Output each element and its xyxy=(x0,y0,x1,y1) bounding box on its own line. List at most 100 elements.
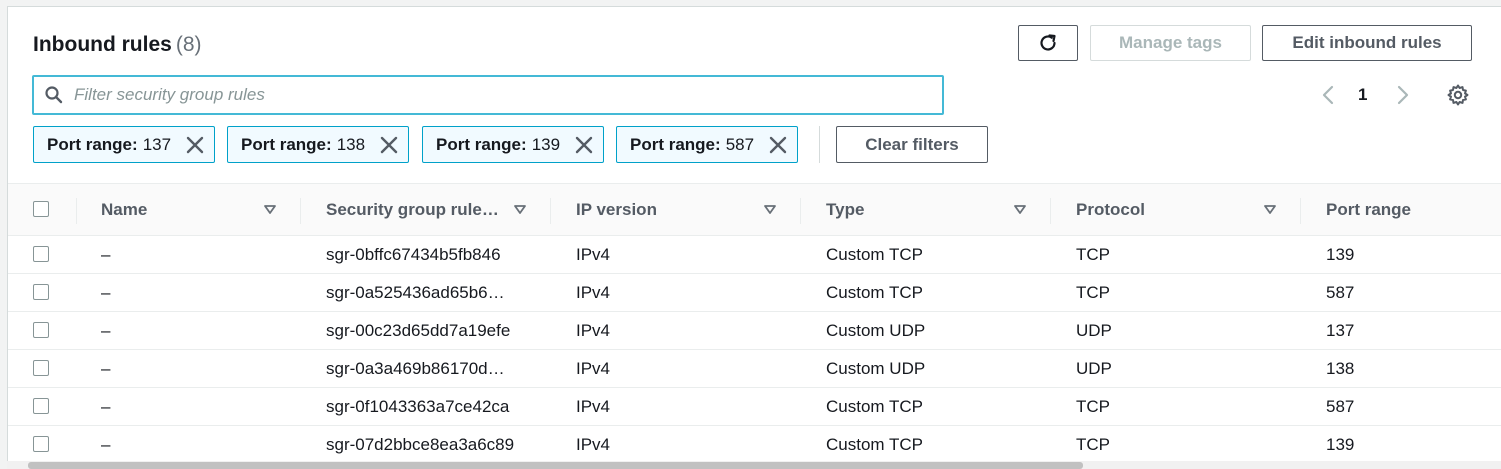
chevron-right-icon[interactable] xyxy=(1390,83,1414,107)
filter-token-port-137: Port range: 137 xyxy=(33,126,215,163)
refresh-icon xyxy=(1040,34,1056,51)
search-icon xyxy=(34,85,74,105)
table-row: – sgr-00c23d65dd7a19efe IPv4 Custom UDP … xyxy=(8,312,1501,350)
cell-port-range: 138 xyxy=(1326,358,1355,378)
cell-rule-id: sgr-0a3a469b86170d… xyxy=(326,358,505,378)
filter-value: 138 xyxy=(336,134,366,154)
cell-ip-version: IPv4 xyxy=(576,320,611,340)
table-row: – sgr-0a3a469b86170d… IPv4 Custom UDP UD… xyxy=(8,350,1501,388)
cell-protocol: UDP xyxy=(1076,358,1112,378)
filter-value: 137 xyxy=(142,134,172,154)
cell-protocol: TCP xyxy=(1076,396,1110,416)
sort-down-icon xyxy=(1014,205,1026,214)
page-title: Inbound rules (8) xyxy=(33,33,202,57)
cell-port-range: 587 xyxy=(1326,282,1355,302)
column-label: Name xyxy=(101,200,148,219)
inbound-rules-panel: Inbound rules (8) Manage tags Edit inboun… xyxy=(7,6,1501,469)
column-divider xyxy=(550,198,551,224)
column-header-ip-version[interactable]: IP version xyxy=(576,184,801,236)
table-row: – sgr-07d2bbce8ea3a6c89 IPv4 Custom TCP … xyxy=(8,426,1501,464)
row-checkbox[interactable] xyxy=(33,436,49,452)
filter-key: Port range: xyxy=(241,134,332,154)
clear-filters-button[interactable]: Clear filters xyxy=(836,126,988,163)
close-icon[interactable] xyxy=(768,135,788,155)
cell-protocol: TCP xyxy=(1076,282,1110,302)
cell-rule-id: sgr-00c23d65dd7a19efe xyxy=(326,320,511,340)
cell-type: Custom UDP xyxy=(826,358,926,378)
cell-name: – xyxy=(101,244,111,264)
refresh-button[interactable] xyxy=(1018,25,1078,61)
cell-port-range: 139 xyxy=(1326,244,1355,264)
cell-ip-version: IPv4 xyxy=(576,244,611,264)
close-icon[interactable] xyxy=(574,135,594,155)
cell-rule-id: sgr-0f1043363a7ce42ca xyxy=(326,396,510,416)
filter-value: 587 xyxy=(725,134,755,154)
column-header-rule-id[interactable]: Security group rule… xyxy=(326,184,551,236)
title-text: Inbound rules xyxy=(33,33,172,56)
filter-key: Port range: xyxy=(436,134,527,154)
close-icon[interactable] xyxy=(185,135,205,155)
close-icon[interactable] xyxy=(379,135,399,155)
column-header-port-range[interactable]: Port range xyxy=(1326,184,1496,236)
sort-down-icon xyxy=(264,205,276,214)
column-divider xyxy=(1050,198,1051,224)
column-divider xyxy=(800,198,801,224)
cell-port-range: 139 xyxy=(1326,434,1355,454)
cell-ip-version: IPv4 xyxy=(576,282,611,302)
column-label: IP version xyxy=(576,200,657,219)
row-checkbox[interactable] xyxy=(33,398,49,414)
column-header-protocol[interactable]: Protocol xyxy=(1076,184,1301,236)
table-row: – sgr-0a525436ad65b6… IPv4 Custom TCP TC… xyxy=(8,274,1501,312)
column-divider xyxy=(300,198,301,224)
cell-type: Custom TCP xyxy=(826,244,923,264)
search-input[interactable] xyxy=(74,85,934,105)
cell-protocol: TCP xyxy=(1076,244,1110,264)
column-header-type[interactable]: Type xyxy=(826,184,1051,236)
rule-count: (8) xyxy=(175,33,202,56)
row-checkbox[interactable] xyxy=(33,284,49,300)
table-header: Name Security group rule… IP version Typ… xyxy=(8,184,1501,236)
table-row: – sgr-0bffc67434b5fb846 IPv4 Custom TCP … xyxy=(8,236,1501,274)
cell-protocol: UDP xyxy=(1076,320,1112,340)
cell-protocol: TCP xyxy=(1076,434,1110,454)
table-row: – sgr-0f1043363a7ce42ca IPv4 Custom TCP … xyxy=(8,388,1501,426)
filter-divider xyxy=(819,126,820,163)
chevron-left-icon[interactable] xyxy=(1317,83,1341,107)
filter-key: Port range: xyxy=(630,134,721,154)
cell-type: Custom TCP xyxy=(826,282,923,302)
sort-down-icon xyxy=(514,205,526,214)
column-label: Type xyxy=(826,200,865,219)
cell-name: – xyxy=(101,358,111,378)
cell-rule-id: sgr-0bffc67434b5fb846 xyxy=(326,244,501,264)
row-checkbox[interactable] xyxy=(33,322,49,338)
cell-rule-id: sgr-07d2bbce8ea3a6c89 xyxy=(326,434,515,454)
cell-name: – xyxy=(101,434,111,454)
column-divider xyxy=(1300,198,1301,224)
cell-type: Custom TCP xyxy=(826,434,923,454)
row-checkbox[interactable] xyxy=(33,246,49,262)
cell-name: – xyxy=(101,282,111,302)
gear-icon[interactable] xyxy=(1446,83,1470,107)
cell-type: Custom UDP xyxy=(826,320,926,340)
cell-port-range: 137 xyxy=(1326,320,1355,340)
column-label: Security group rule… xyxy=(326,200,499,219)
column-header-name[interactable]: Name xyxy=(101,184,301,236)
cell-name: – xyxy=(101,320,111,340)
column-divider xyxy=(76,198,77,224)
filter-token-port-138: Port range: 138 xyxy=(227,126,409,163)
select-all-checkbox[interactable] xyxy=(33,201,49,217)
column-label: Port range xyxy=(1326,200,1412,219)
scrollbar-thumb[interactable] xyxy=(28,462,1083,469)
cell-ip-version: IPv4 xyxy=(576,396,611,416)
edit-inbound-rules-button[interactable]: Edit inbound rules xyxy=(1262,25,1472,61)
sort-down-icon xyxy=(764,205,776,214)
sort-down-icon xyxy=(1264,205,1276,214)
cell-port-range: 587 xyxy=(1326,396,1355,416)
cell-rule-id: sgr-0a525436ad65b6… xyxy=(326,282,505,302)
filter-token-port-587: Port range: 587 xyxy=(616,126,798,163)
cell-type: Custom TCP xyxy=(826,396,923,416)
current-page[interactable]: 1 xyxy=(1358,85,1367,105)
row-checkbox[interactable] xyxy=(33,360,49,376)
manage-tags-button[interactable]: Manage tags xyxy=(1090,25,1251,61)
filter-value: 139 xyxy=(531,134,561,154)
